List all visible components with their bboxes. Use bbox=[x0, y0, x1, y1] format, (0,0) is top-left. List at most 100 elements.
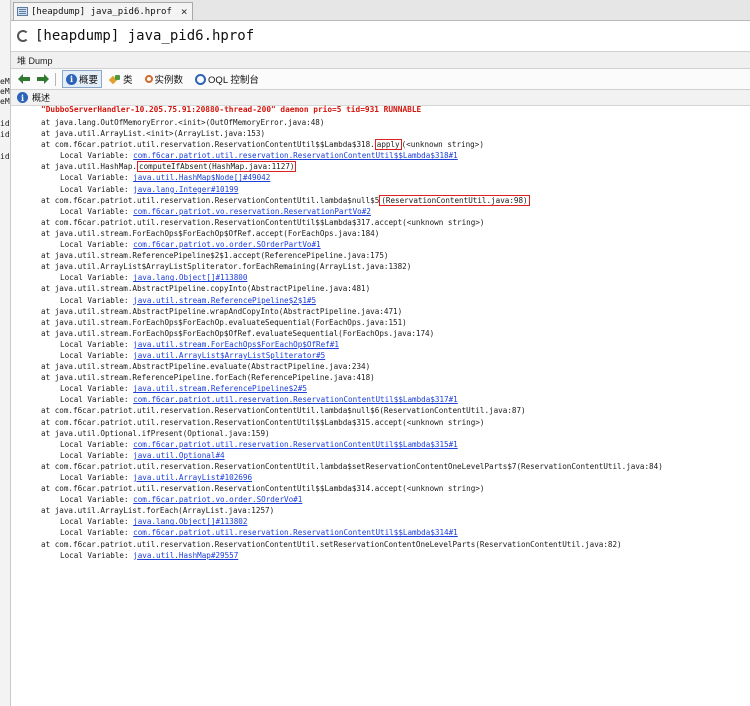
stack-frame-row: at java.util.stream.ForEachOps$ForEachOp… bbox=[41, 317, 407, 327]
left-fragment: eM bbox=[0, 77, 10, 86]
left-fragment: eM bbox=[0, 97, 10, 106]
object-link[interactable]: java.util.HashMap#29557 bbox=[133, 551, 238, 560]
object-link[interactable]: java.util.HashMap$Node[]#49042 bbox=[133, 173, 270, 182]
stack-frame-text: at java.util.HashMap. bbox=[41, 162, 138, 172]
stack-frame-row: at com.f6car.patriot.util.reservation.Re… bbox=[41, 417, 485, 427]
object-link[interactable]: java.util.ArrayList$ArrayListSpliterator… bbox=[133, 351, 325, 360]
tab-heapdump[interactable]: [heapdump] java_pid6.hprof × bbox=[13, 2, 193, 20]
stack-frame-text: at com.f6car.patriot.util.reservation.Re… bbox=[41, 195, 380, 205]
local-variable-label: Local Variable: bbox=[60, 439, 134, 449]
local-variable-row: Local Variable: com.f6car.patriot.vo.ord… bbox=[41, 494, 750, 505]
local-variable-row: Local Variable: com.f6car.patriot.vo.res… bbox=[41, 206, 750, 217]
instances-label: 实例数 bbox=[154, 75, 184, 86]
heapdump-window: [heapdump] java_pid6.hprof × [heapdump] … bbox=[11, 0, 750, 706]
tab-label: [heapdump] java_pid6.hprof bbox=[31, 6, 172, 17]
local-variable-label: Local Variable: bbox=[60, 528, 134, 538]
object-link[interactable]: com.f6car.patriot.vo.reservation.Reserva… bbox=[133, 207, 371, 216]
stack-frame-row: at java.util.stream.AbstractPipeline.wra… bbox=[41, 306, 403, 316]
local-variable-row: Local Variable: java.lang.Object[]#11380… bbox=[41, 516, 750, 527]
highlight-box: apply bbox=[374, 139, 402, 151]
object-link[interactable]: com.f6car.patriot.util.reservation.Reser… bbox=[133, 395, 458, 404]
local-variable-label: Local Variable: bbox=[60, 295, 134, 305]
local-variable-label: Local Variable: bbox=[60, 173, 134, 183]
heapdump-file-icon bbox=[17, 7, 28, 16]
local-variable-row: Local Variable: java.util.stream.Referen… bbox=[41, 295, 750, 306]
stack-frame-row: at com.f6car.patriot.util.reservation.Re… bbox=[41, 484, 485, 494]
object-link[interactable]: java.util.stream.ForEachOps$ForEachOp$Of… bbox=[133, 340, 339, 349]
oql-label: OQL 控制台 bbox=[208, 75, 259, 86]
left-fragment: id bbox=[0, 130, 10, 139]
left-fragment: eM bbox=[0, 87, 10, 96]
forward-arrow-icon[interactable] bbox=[35, 73, 49, 85]
local-variable-row: Local Variable: java.util.stream.Referen… bbox=[41, 383, 750, 394]
local-variable-label: Local Variable: bbox=[60, 151, 134, 161]
object-link[interactable]: java.lang.Object[]#113802 bbox=[133, 517, 247, 526]
view-toolbar: i 概要 类 实例数 OQL 控制台 bbox=[11, 69, 750, 90]
thread-header: "DubboServerHandler-10.205.75.91:20880-t… bbox=[41, 105, 422, 114]
object-link[interactable]: com.f6car.patriot.vo.order.SOrderVo#1 bbox=[133, 495, 302, 504]
stack-frame-row: at java.util.stream.AbstractPipeline.eva… bbox=[41, 362, 371, 372]
stack-frame-row: at com.f6car.patriot.util.reservation.Re… bbox=[41, 539, 622, 549]
left-fragment: id bbox=[0, 119, 10, 128]
object-link[interactable]: com.f6car.patriot.util.reservation.Reser… bbox=[133, 151, 458, 160]
stack-frame-row: at com.f6car.patriot.util.reservation.Re… bbox=[41, 194, 750, 206]
local-variable-label: Local Variable: bbox=[60, 450, 134, 460]
summary-label: 概要 bbox=[79, 75, 99, 86]
local-variable-row: Local Variable: com.f6car.patriot.util.r… bbox=[41, 527, 750, 538]
toolbar-separator bbox=[55, 72, 56, 86]
instances-tab-button[interactable]: 实例数 bbox=[141, 70, 188, 88]
stack-frame-row: at java.util.stream.ForEachOps$ForEachOp… bbox=[41, 228, 380, 238]
stack-frame-row: at java.util.HashMap. computeIfAbsent(Has… bbox=[41, 161, 750, 173]
object-link[interactable]: java.util.stream.ReferencePipeline$2$1#5 bbox=[133, 296, 316, 305]
local-variable-label: Local Variable: bbox=[60, 339, 134, 349]
local-variable-row: Local Variable: java.util.ArrayList$Arra… bbox=[41, 350, 750, 361]
local-variable-row: Local Variable: java.util.HashMap$Node[]… bbox=[41, 172, 750, 183]
local-variable-row: Local Variable: com.f6car.patriot.vo.ord… bbox=[41, 239, 750, 250]
stack-frame-row: at java.util.stream.ReferencePipeline$2$… bbox=[41, 251, 389, 261]
left-fragment: id bbox=[0, 152, 10, 161]
object-link[interactable]: com.f6car.patriot.vo.order.SOrderPartVo#… bbox=[133, 240, 320, 249]
back-arrow-icon[interactable] bbox=[17, 73, 31, 85]
local-variable-label: Local Variable: bbox=[60, 273, 134, 283]
classes-icon bbox=[110, 74, 121, 85]
local-variable-label: Local Variable: bbox=[60, 384, 134, 394]
stack-frame-row: at java.util.ArrayList.forEach(ArrayList… bbox=[41, 506, 275, 516]
stack-frame-row: at java.util.ArrayList$ArrayListSplitera… bbox=[41, 262, 412, 272]
stack-frame-row: at java.util.ArrayList.<init>(ArrayList.… bbox=[41, 129, 266, 139]
local-variable-row: Local Variable: java.lang.Integer#10199 bbox=[41, 184, 750, 195]
summary-tab-button[interactable]: i 概要 bbox=[62, 70, 103, 88]
oql-search-icon bbox=[195, 73, 207, 85]
highlight-box: (ReservationContentUtil.java:98) bbox=[379, 194, 530, 206]
object-link[interactable]: java.lang.Object[]#113800 bbox=[133, 273, 247, 282]
object-link[interactable]: com.f6car.patriot.util.reservation.Reser… bbox=[133, 528, 458, 537]
stack-frame-row: at java.util.stream.ReferencePipeline.fo… bbox=[41, 373, 375, 383]
close-icon[interactable]: × bbox=[181, 5, 188, 18]
stack-frame-row: at com.f6car.patriot.util.reservation.Re… bbox=[41, 406, 526, 416]
object-link[interactable]: java.util.Optional#4 bbox=[133, 451, 224, 460]
local-variable-label: Local Variable: bbox=[60, 206, 134, 216]
object-link[interactable]: java.util.ArrayList#102696 bbox=[133, 473, 252, 482]
local-variable-label: Local Variable: bbox=[60, 517, 134, 527]
stack-frame-text: at com.f6car.patriot.util.reservation.Re… bbox=[41, 140, 375, 150]
thread-stack-trace: "DubboServerHandler-10.205.75.91:20880-t… bbox=[11, 103, 750, 706]
local-variable-label: Local Variable: bbox=[60, 350, 134, 360]
oql-console-tab-button[interactable]: OQL 控制台 bbox=[191, 70, 263, 88]
highlight-box: computeIfAbsent(HashMap.java:1127) bbox=[137, 161, 297, 173]
local-variable-label: Local Variable: bbox=[60, 184, 134, 194]
object-link[interactable]: java.lang.Integer#10199 bbox=[133, 185, 238, 194]
stack-frame-row: at java.util.stream.AbstractPipeline.cop… bbox=[41, 284, 371, 294]
local-variable-row: Local Variable: java.util.stream.ForEach… bbox=[41, 339, 750, 350]
local-variable-row: Local Variable: java.util.Optional#4 bbox=[41, 450, 750, 461]
page-title: [heapdump] java_pid6.hprof bbox=[35, 28, 255, 44]
object-link[interactable]: java.util.stream.ReferencePipeline$2#5 bbox=[133, 384, 307, 393]
stack-frame-text: (<unknown string>) bbox=[401, 140, 484, 150]
object-link[interactable]: com.f6car.patriot.util.reservation.Reser… bbox=[133, 440, 458, 449]
classes-tab-button[interactable]: 类 bbox=[106, 70, 137, 88]
stack-frame-row: at java.util.Optional.ifPresent(Optional… bbox=[41, 428, 270, 438]
refresh-icon bbox=[17, 30, 29, 42]
stack-frame-row: at java.lang.OutOfMemoryError.<init>(Out… bbox=[41, 118, 325, 127]
stack-frame-row: at com.f6car.patriot.util.reservation.Re… bbox=[41, 139, 750, 151]
local-variable-label: Local Variable: bbox=[60, 395, 134, 405]
stack-frame-row: at java.util.stream.ForEachOps$ForEachOp… bbox=[41, 328, 435, 338]
heap-dump-toolbar: 堆 Dump bbox=[11, 51, 750, 69]
